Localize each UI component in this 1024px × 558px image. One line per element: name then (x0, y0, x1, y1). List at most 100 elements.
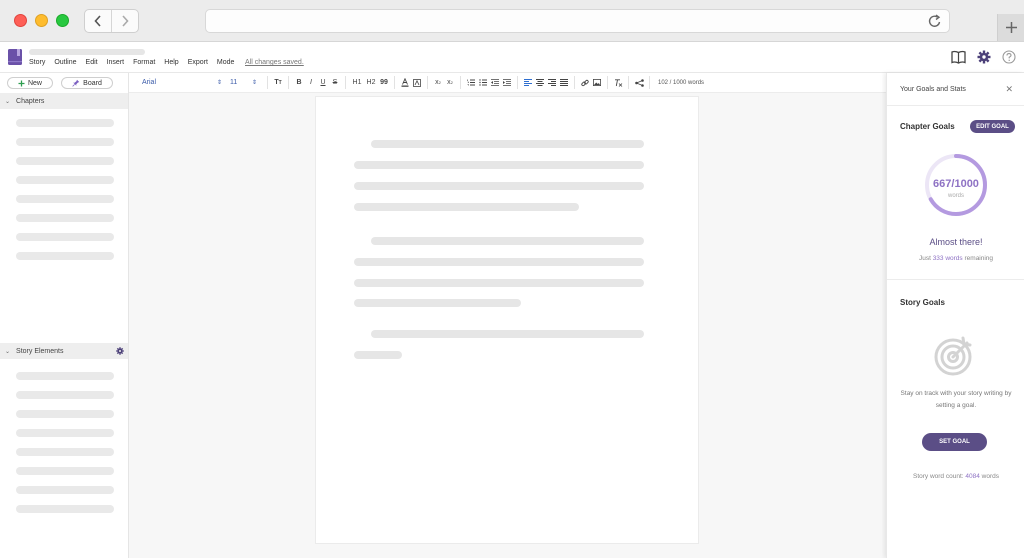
forward-button[interactable] (111, 10, 138, 32)
story-count-suffix: words (981, 473, 999, 480)
text-line-placeholder (371, 330, 644, 338)
text-line-placeholder (354, 258, 644, 266)
bold-button[interactable]: B (293, 77, 305, 89)
list-item[interactable] (16, 505, 114, 513)
list-item[interactable] (16, 157, 114, 165)
story-word-count: Story word count: 4084 words (887, 473, 1024, 480)
list-item[interactable] (16, 119, 114, 127)
list-item[interactable] (16, 448, 114, 456)
edit-goal-button[interactable]: EDIT GOAL (970, 120, 1015, 133)
maximize-window-button[interactable] (56, 14, 69, 27)
menu-format[interactable]: Format (133, 59, 155, 66)
list-item[interactable] (16, 138, 114, 146)
align-left-icon (524, 79, 532, 86)
align-justify-button[interactable] (558, 77, 570, 89)
image-button[interactable] (591, 77, 603, 89)
open-book-icon[interactable] (951, 50, 966, 64)
highlight-button[interactable] (411, 77, 423, 89)
story-count-value: 4084 (965, 473, 980, 480)
text-size-button[interactable]: TT (272, 77, 284, 89)
menu-outline[interactable]: Outline (54, 59, 76, 66)
font-size-select[interactable]: 11 ⇕ (230, 79, 257, 86)
align-center-button[interactable] (534, 77, 546, 89)
list-item[interactable] (16, 410, 114, 418)
goals-panel-title: Your Goals and Stats (900, 85, 966, 93)
list-item[interactable] (16, 176, 114, 184)
align-left-button[interactable] (522, 77, 534, 89)
story-goals-title: Story Goals (900, 298, 945, 307)
back-button[interactable] (85, 10, 111, 32)
italic-button[interactable]: I (305, 77, 317, 89)
goals-panel-header: Your Goals and Stats ✕ (887, 73, 1024, 106)
subscript-button[interactable]: x2 (432, 77, 444, 89)
toolbar-divider (460, 76, 461, 89)
outdent-button[interactable] (489, 77, 501, 89)
document-page[interactable] (315, 96, 699, 544)
heading-2-button[interactable]: H2 (364, 77, 378, 89)
gear-icon[interactable] (977, 50, 991, 64)
share-icon (634, 78, 644, 87)
goals-panel: Your Goals and Stats ✕ Chapter Goals EDI… (886, 73, 1024, 558)
list-item[interactable] (16, 486, 114, 494)
chapters-header[interactable]: ⌄ Chapters (0, 93, 128, 109)
bullet-list-button[interactable] (477, 77, 489, 89)
chevron-right-icon (122, 15, 129, 27)
story-title-placeholder (29, 49, 145, 55)
menu-insert[interactable]: Insert (107, 59, 125, 66)
blockquote-button[interactable]: 99 (378, 77, 390, 89)
indent-button[interactable] (501, 77, 513, 89)
board-button[interactable]: Board (61, 77, 113, 89)
reload-icon[interactable] (928, 13, 942, 29)
list-item[interactable] (16, 233, 114, 241)
align-right-button[interactable] (546, 77, 558, 89)
font-size-value: 11 (230, 79, 238, 86)
menu-export[interactable]: Export (188, 59, 208, 66)
gear-icon[interactable] (116, 347, 124, 355)
select-arrows-icon: ⇕ (216, 80, 222, 86)
underline-button[interactable]: U (317, 77, 329, 89)
font-family-select[interactable]: Arial ⇕ (142, 79, 222, 86)
target-icon (934, 336, 972, 376)
address-bar[interactable] (205, 9, 950, 33)
list-item[interactable] (16, 214, 114, 222)
list-item[interactable] (16, 467, 114, 475)
set-goal-button[interactable]: SET GOAL (922, 433, 987, 451)
list-item[interactable] (16, 252, 114, 260)
text-line-placeholder (354, 299, 521, 307)
menu-story[interactable]: Story (29, 59, 45, 66)
superscript-button[interactable]: x2 (444, 77, 456, 89)
list-item[interactable] (16, 372, 114, 380)
menu-help[interactable]: Help (164, 59, 178, 66)
menu-edit[interactable]: Edit (86, 59, 98, 66)
word-count: 102 / 1000 words (658, 79, 705, 86)
toolbar-divider (394, 76, 395, 89)
close-icon[interactable]: ✕ (1005, 84, 1013, 95)
ordered-list-button[interactable] (465, 77, 477, 89)
strikethrough-button[interactable]: S (329, 77, 341, 89)
toolbar-divider (345, 76, 346, 89)
remaining-prefix: Just (918, 255, 931, 262)
plus-icon (18, 80, 25, 86)
help-icon[interactable] (1002, 50, 1016, 64)
link-icon (581, 79, 589, 86)
heading-1-button[interactable]: H1 (350, 77, 364, 89)
save-status[interactable]: All changes saved. (245, 59, 304, 66)
remaining-words: 333 words (932, 255, 963, 262)
progress-unit: words (947, 193, 964, 199)
toolbar-divider (267, 76, 268, 89)
list-item[interactable] (16, 195, 114, 203)
clear-format-button[interactable] (612, 77, 624, 89)
list-item[interactable] (16, 429, 114, 437)
new-tab-button[interactable] (997, 14, 1024, 41)
new-button[interactable]: New (7, 77, 53, 89)
menu-mode[interactable]: Mode (217, 59, 235, 66)
link-button[interactable] (579, 77, 591, 89)
story-elements-list (0, 361, 114, 524)
app-header: Story Outline Edit Insert Format Help Ex… (0, 42, 1024, 73)
minimize-window-button[interactable] (35, 14, 48, 27)
share-button[interactable] (633, 77, 645, 89)
list-item[interactable] (16, 391, 114, 399)
text-color-button[interactable] (399, 77, 411, 89)
close-window-button[interactable] (14, 14, 27, 27)
story-elements-header[interactable]: ⌄ Story Elements (0, 343, 128, 359)
